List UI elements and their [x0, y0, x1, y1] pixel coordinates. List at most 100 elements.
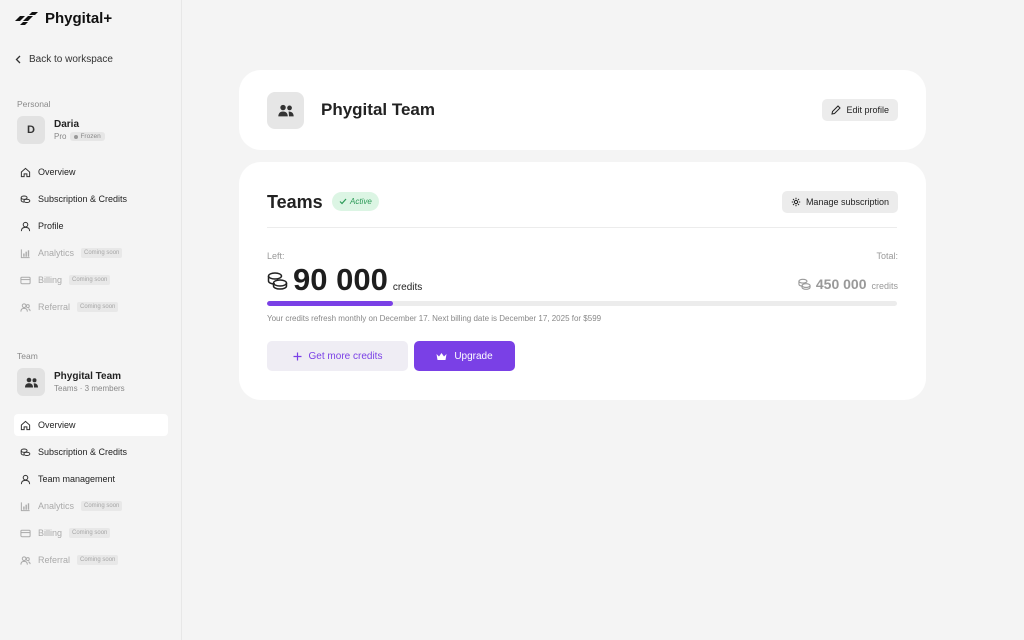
coming-soon-badge: Coming soon	[69, 528, 111, 538]
app-logo[interactable]: Phygital+	[15, 10, 112, 27]
credits-progress-fill	[267, 301, 393, 306]
sidebar-item-team-billing: Billing Coming soon	[14, 522, 168, 544]
divider	[267, 227, 897, 228]
users-icon	[20, 555, 31, 565]
home-icon	[20, 420, 31, 430]
personal-nav: Overview Subscription & Credits Profile …	[14, 161, 168, 323]
plan-name: Pro	[54, 132, 67, 141]
sidebar-item-overview[interactable]: Overview	[14, 161, 168, 183]
edit-profile-label: Edit profile	[846, 105, 889, 115]
pencil-icon	[831, 105, 842, 115]
home-icon	[20, 167, 31, 177]
account-plan: Pro Frozen	[54, 132, 105, 141]
app-name: Phygital+	[45, 10, 113, 27]
avatar: D	[17, 116, 45, 144]
upgrade-label: Upgrade	[454, 350, 493, 362]
get-more-credits-label: Get more credits	[308, 350, 383, 362]
coming-soon-badge: Coming soon	[69, 275, 111, 285]
credits-left-value: 90 000	[293, 262, 388, 297]
back-label: Back to workspace	[29, 54, 113, 65]
coming-soon-badge: Coming soon	[81, 248, 123, 258]
card-icon	[20, 529, 31, 537]
upgrade-button[interactable]: Upgrade	[414, 341, 515, 371]
coins-icon	[798, 278, 811, 290]
users-icon	[24, 377, 38, 387]
status-badge: Active	[332, 192, 379, 211]
back-to-workspace-link[interactable]: Back to workspace	[15, 54, 113, 65]
chart-icon	[20, 501, 30, 511]
status-badge-label: Frozen	[80, 133, 101, 140]
card-icon	[20, 276, 31, 284]
sidebar-item-label: Subscription & Credits	[38, 447, 128, 457]
status-dot-icon	[74, 134, 79, 139]
sidebar-item-label: Overview	[38, 167, 76, 177]
plan-title: Teams	[267, 192, 323, 212]
account-name: Daria	[54, 119, 80, 130]
credits-total-unit: credits	[871, 281, 898, 291]
sidebar-item-label: Subscription & Credits	[38, 194, 128, 204]
sidebar-item-label: Billing	[38, 275, 63, 285]
team-header-card: Phygital Team Edit profile	[239, 70, 926, 150]
credits-left: 90 000 credits	[267, 262, 422, 298]
get-more-credits-button[interactable]: Get more credits	[267, 341, 408, 371]
coins-icon	[267, 271, 288, 290]
sidebar-item-team-overview[interactable]: Overview	[14, 414, 168, 436]
sidebar-item-label: Referral	[38, 302, 71, 312]
personal-section-label: Personal	[17, 99, 51, 109]
coins-icon	[20, 448, 31, 456]
manage-subscription-label: Manage subscription	[805, 197, 889, 207]
sidebar-item-label: Overview	[38, 420, 76, 430]
credits-total-value: 450 000	[815, 276, 867, 292]
subscription-card: Teams Active Manage subscription Left: T…	[239, 162, 926, 400]
sidebar-item-team-subscription[interactable]: Subscription & Credits	[14, 441, 168, 463]
sidebar-item-label: Analytics	[38, 248, 75, 258]
sidebar-item-billing: Billing Coming soon	[14, 269, 168, 291]
sidebar-item-label: Team management	[38, 474, 116, 484]
user-icon	[20, 474, 31, 484]
manage-subscription-button[interactable]: Manage subscription	[781, 191, 898, 213]
gear-icon	[791, 197, 801, 207]
team-account[interactable]: Phygital Team Teams · 3 members	[17, 368, 125, 396]
user-icon	[20, 221, 31, 231]
team-avatar	[17, 368, 45, 396]
plus-icon	[293, 352, 302, 360]
users-icon	[277, 104, 294, 117]
users-icon	[20, 302, 31, 312]
credits-total-label: Total:	[876, 251, 898, 261]
status-badge: Frozen	[70, 132, 105, 141]
credits-progress-bar	[267, 301, 897, 306]
sidebar-item-profile[interactable]: Profile	[14, 215, 168, 237]
team-subtitle: Teams · 3 members	[54, 384, 125, 393]
sidebar-item-referral: Referral Coming soon	[14, 296, 168, 318]
sidebar-item-label: Billing	[38, 528, 63, 538]
chevron-left-icon	[15, 55, 21, 64]
sidebar-item-team-referral: Referral Coming soon	[14, 549, 168, 571]
status-badge-label: Active	[350, 197, 372, 206]
credits-total: 450 000 credits	[798, 276, 898, 292]
check-icon	[339, 198, 347, 205]
edit-profile-button[interactable]: Edit profile	[822, 99, 898, 121]
coins-icon	[20, 195, 31, 203]
coming-soon-badge: Coming soon	[77, 555, 119, 565]
team-section-label: Team	[17, 351, 38, 361]
personal-account: D Daria Pro Frozen	[17, 116, 105, 144]
credits-left-unit: credits	[392, 282, 423, 293]
sidebar-item-label: Analytics	[38, 501, 75, 511]
team-header-avatar	[267, 92, 304, 129]
team-nav: Overview Subscription & Credits Team man…	[14, 414, 168, 576]
page-title: Phygital Team	[321, 100, 435, 119]
phygital-logo-icon	[15, 11, 38, 25]
sidebar: Phygital+ Back to workspace Personal D D…	[0, 0, 182, 640]
crown-icon	[436, 352, 447, 360]
coming-soon-badge: Coming soon	[81, 501, 123, 511]
sidebar-item-label: Referral	[38, 555, 71, 565]
sidebar-item-analytics: Analytics Coming soon	[14, 242, 168, 264]
sidebar-item-team-analytics: Analytics Coming soon	[14, 495, 168, 517]
team-name: Phygital Team	[54, 371, 122, 382]
chart-icon	[20, 248, 30, 258]
coming-soon-badge: Coming soon	[77, 302, 119, 312]
refresh-note: Your credits refresh monthly on December…	[267, 314, 602, 323]
sidebar-item-label: Profile	[38, 221, 64, 231]
sidebar-item-team-management[interactable]: Team management	[14, 468, 168, 490]
sidebar-item-subscription[interactable]: Subscription & Credits	[14, 188, 168, 210]
